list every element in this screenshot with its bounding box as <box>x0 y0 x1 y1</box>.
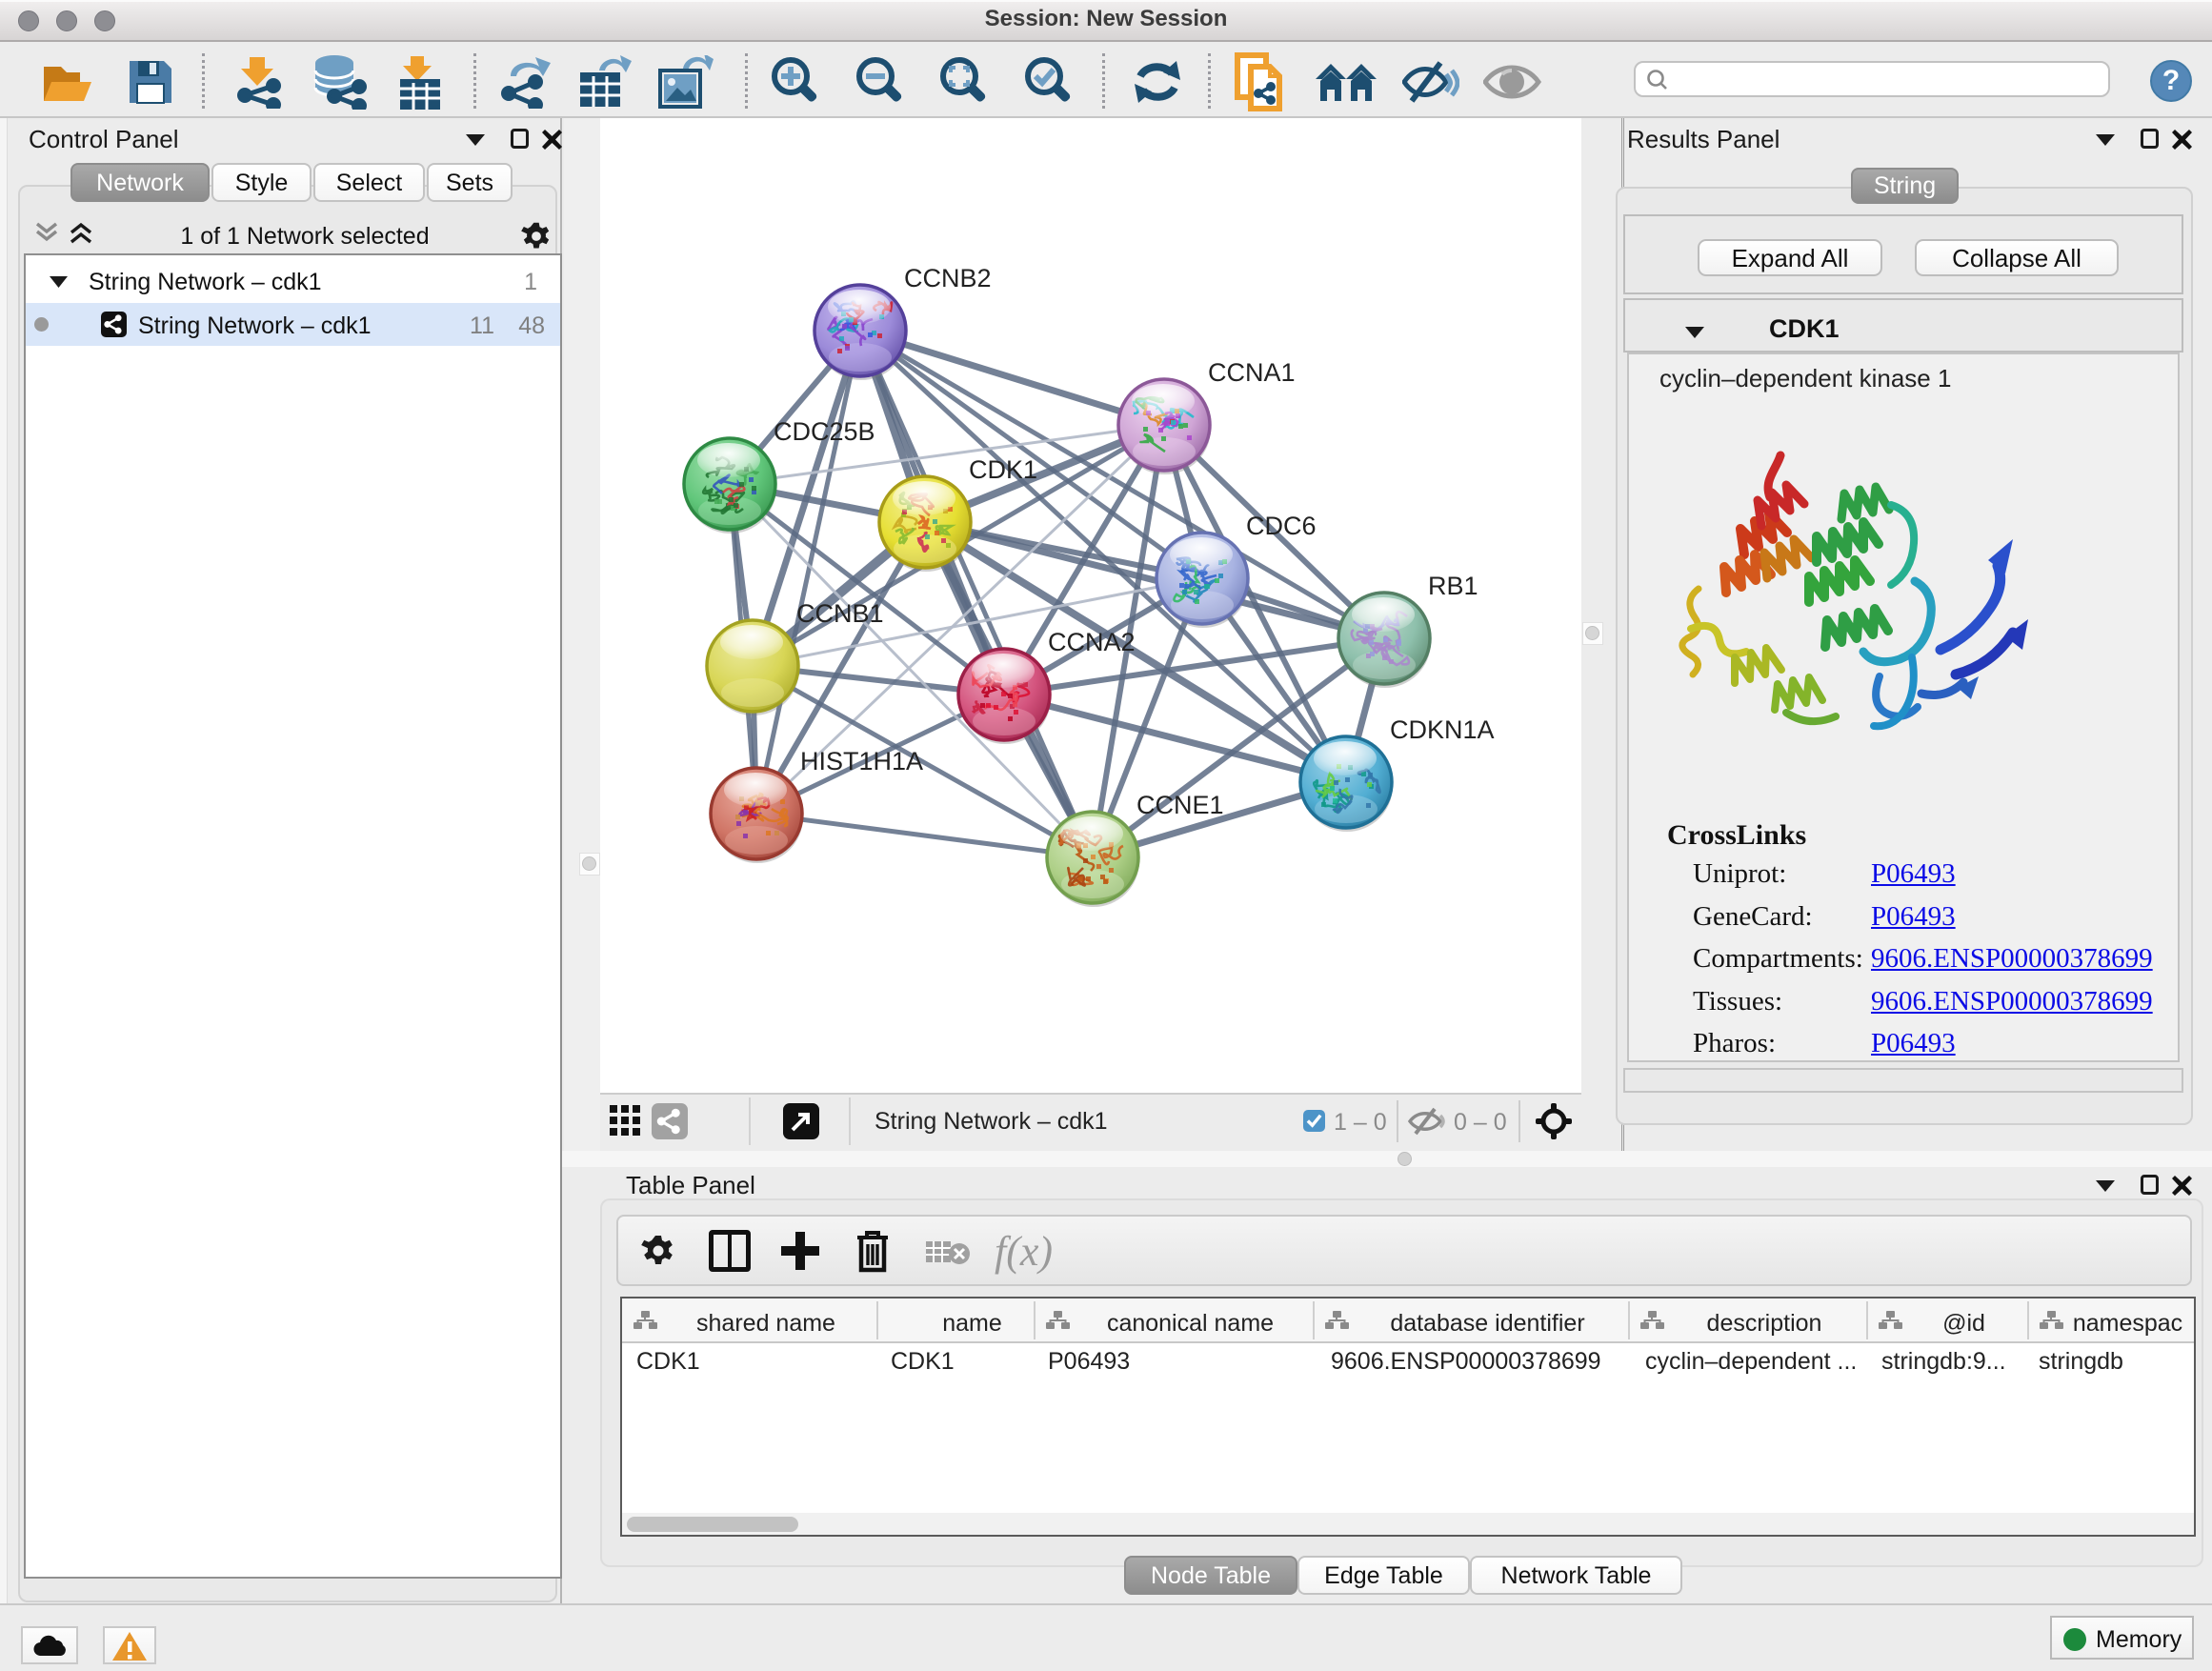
svg-text:CCNA1: CCNA1 <box>1208 358 1296 387</box>
svg-text:CCNE1: CCNE1 <box>1136 791 1224 819</box>
svg-text:CCNA2: CCNA2 <box>1048 628 1136 656</box>
svg-text:CDC25B: CDC25B <box>774 417 875 446</box>
svg-text:CCNB1: CCNB1 <box>796 599 884 628</box>
svg-text:CDK1: CDK1 <box>969 455 1037 484</box>
svg-text:CDC6: CDC6 <box>1246 512 1317 540</box>
svg-text:RB1: RB1 <box>1428 572 1478 600</box>
svg-text:CCNB2: CCNB2 <box>904 264 992 292</box>
svg-text:CDKN1A: CDKN1A <box>1390 715 1495 744</box>
svg-text:HIST1H1A: HIST1H1A <box>800 747 923 775</box>
